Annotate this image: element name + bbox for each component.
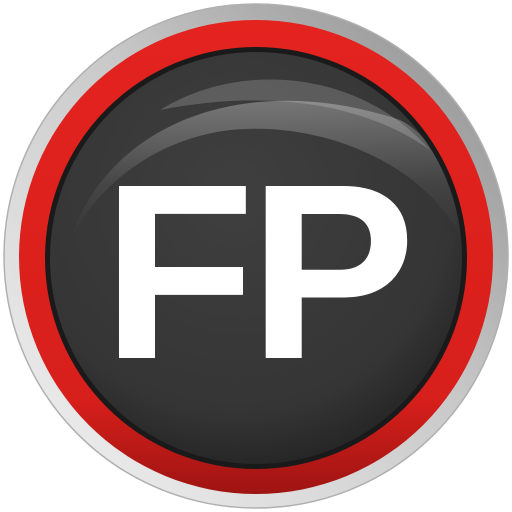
logo-text: FP — [102, 132, 409, 411]
fp-logo-icon: FP — [3, 3, 509, 509]
app-icon: FP — [0, 0, 512, 512]
